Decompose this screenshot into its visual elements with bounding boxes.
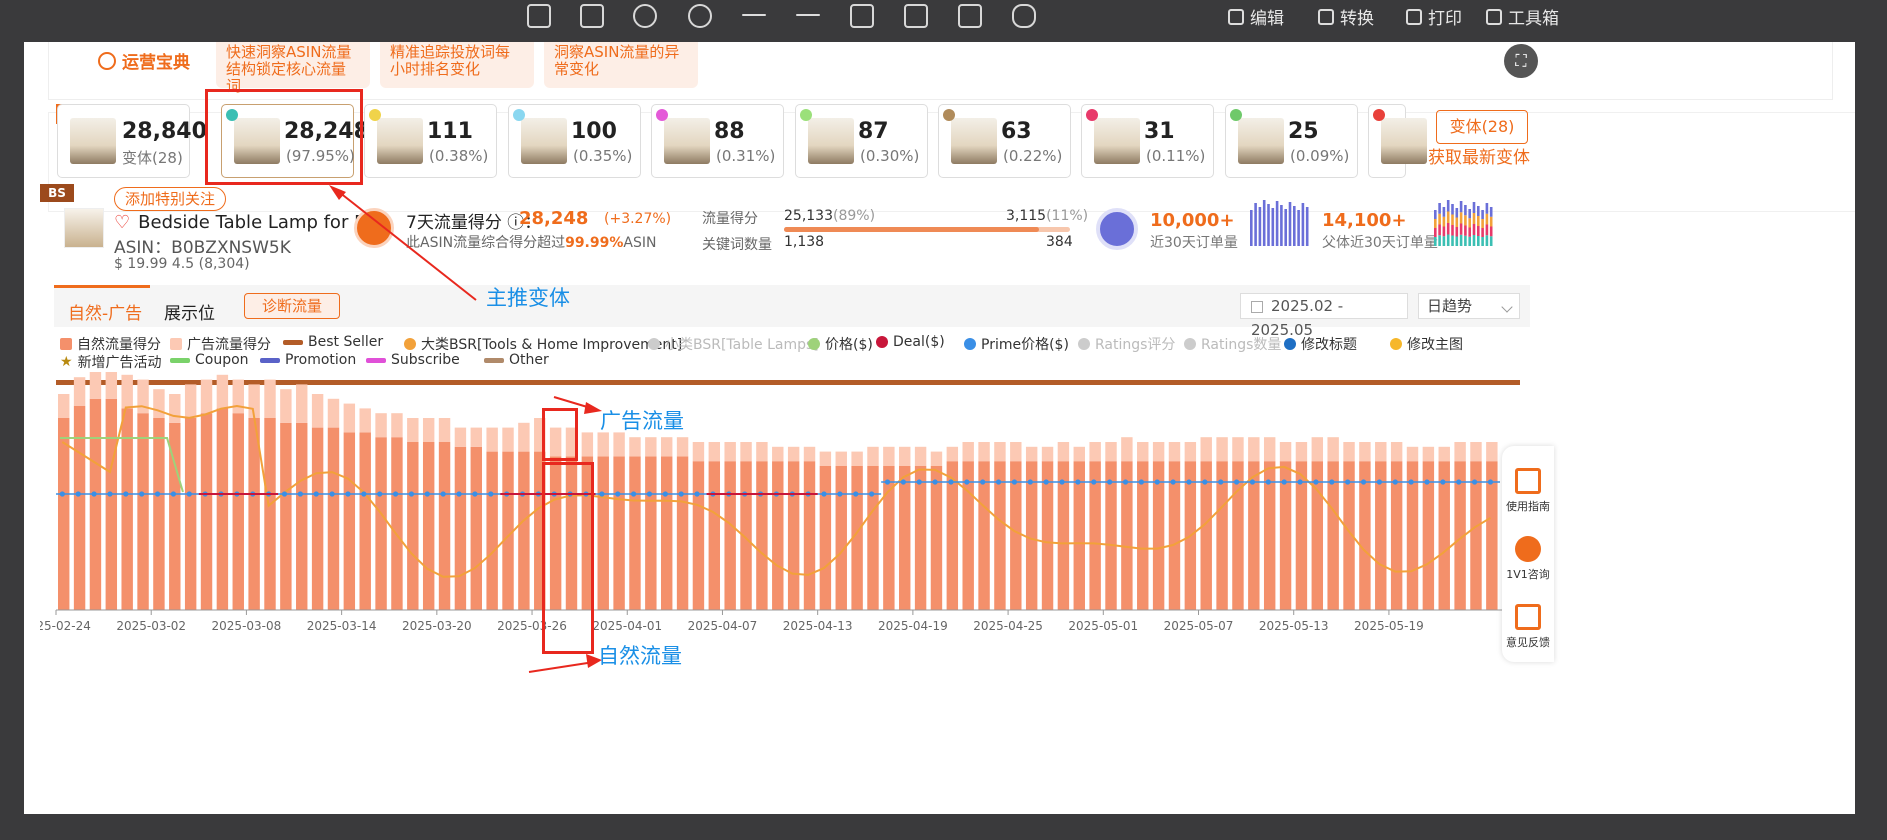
viewer-toolbar: 编辑 转换 打印 工具箱 xyxy=(0,0,1887,42)
toolbox-label: 工具箱 xyxy=(1508,9,1559,29)
edit-icon xyxy=(1228,8,1244,25)
delete-icon[interactable] xyxy=(958,4,982,28)
convert-label: 转换 xyxy=(1340,9,1374,29)
fit-icon[interactable] xyxy=(527,4,551,28)
rotate-right-icon[interactable] xyxy=(904,4,928,28)
arrow-left-icon[interactable] xyxy=(742,14,766,16)
arrow-head xyxy=(329,185,346,200)
floating-help-bar: 使用指南 1V1咨询 意见反馈 xyxy=(1502,446,1554,662)
mouse-icon[interactable] xyxy=(1012,4,1036,28)
ad-traffic-highlight xyxy=(542,408,578,461)
page: 运营宝典 快速洞察ASIN流量结构锁定核心流量词 精准追踪投放词每小时排名变化 … xyxy=(24,42,1855,814)
annotation-organic-traffic: 自然流量 xyxy=(598,644,682,668)
organic-traffic-highlight xyxy=(542,462,594,654)
edit-menu[interactable]: 编辑 xyxy=(1228,4,1284,29)
pen-icon xyxy=(1515,604,1541,630)
toolbox-button[interactable]: 工具箱 xyxy=(1486,4,1559,29)
convert-icon xyxy=(1318,8,1334,25)
edit-label: 编辑 xyxy=(1250,9,1284,29)
book-icon xyxy=(1515,468,1541,494)
annotation-ad-traffic: 广告流量 xyxy=(600,409,684,433)
guide-button[interactable]: 使用指南 xyxy=(1502,468,1554,514)
toolbox-icon xyxy=(1486,8,1502,25)
viewer-bottom xyxy=(0,814,1887,840)
rotate-left-icon[interactable] xyxy=(850,4,874,28)
zoom-in-icon[interactable] xyxy=(633,4,657,28)
arrow-right-icon[interactable] xyxy=(796,14,820,16)
consult-button[interactable]: 1V1咨询 xyxy=(1502,536,1554,582)
user-icon xyxy=(1515,536,1541,562)
zoom-out-icon[interactable] xyxy=(688,4,712,28)
feedback-button[interactable]: 意见反馈 xyxy=(1502,604,1554,650)
annotation-main-variant: 主推变体 xyxy=(486,286,570,310)
page-icon[interactable] xyxy=(580,4,604,28)
print-icon xyxy=(1406,8,1422,25)
annotation-arrows xyxy=(329,185,602,673)
print-label: 打印 xyxy=(1428,9,1462,29)
print-button[interactable]: 打印 xyxy=(1406,4,1462,29)
convert-menu[interactable]: 转换 xyxy=(1318,4,1374,29)
